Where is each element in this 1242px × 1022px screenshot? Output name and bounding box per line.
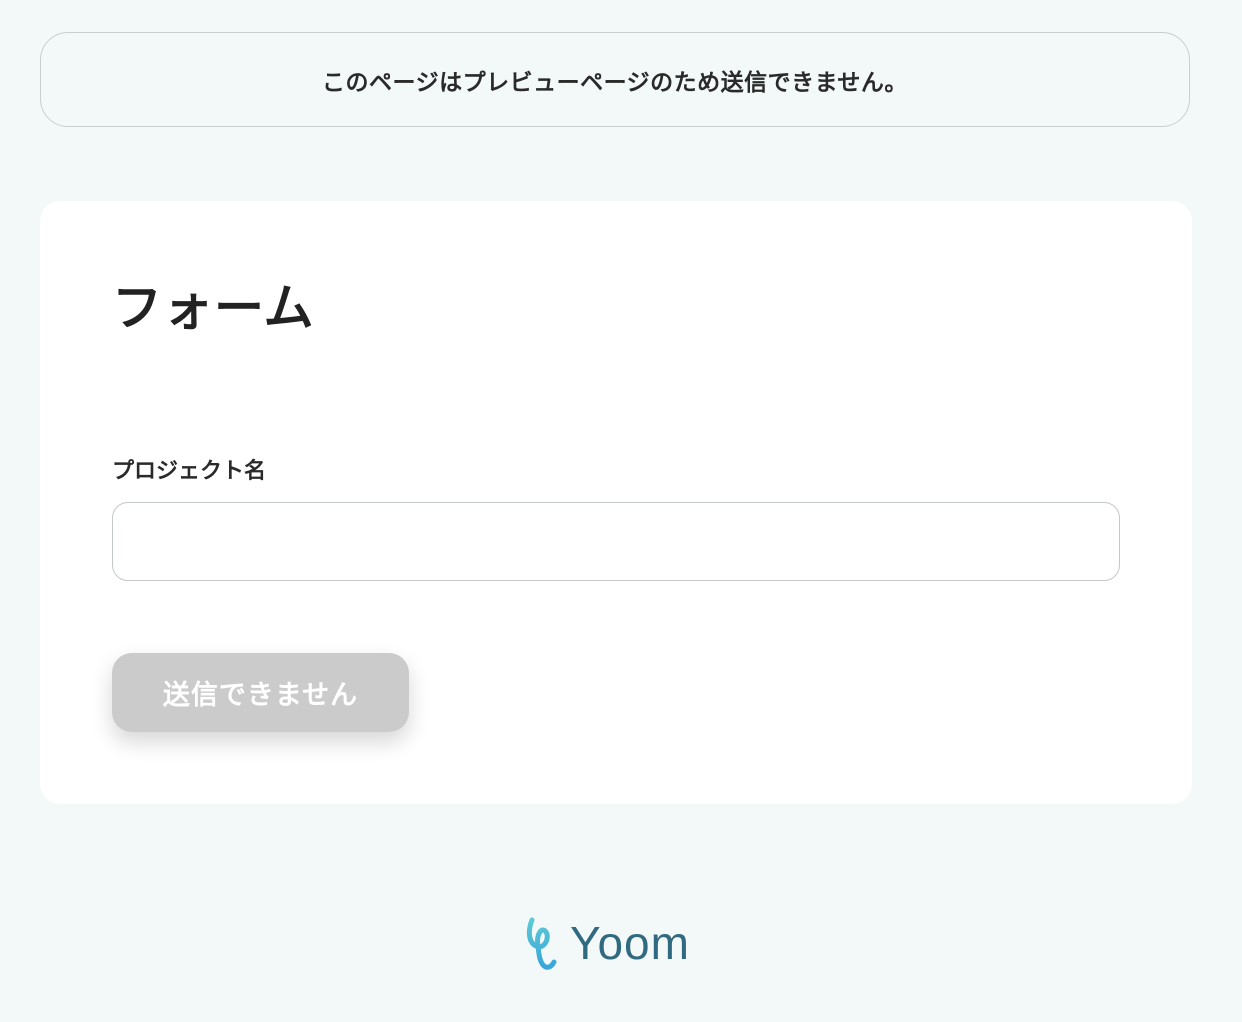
project-name-label: プロジェクト名 bbox=[112, 459, 267, 484]
preview-notice-text: このページはプレビューページのため送信できません。 bbox=[322, 69, 908, 96]
form-title: フォーム bbox=[112, 279, 315, 337]
project-name-input[interactable] bbox=[112, 502, 1120, 581]
form-card: フォーム プロジェクト名 送信できません bbox=[40, 201, 1192, 804]
submit-button[interactable]: 送信できません bbox=[112, 653, 409, 732]
preview-notice-banner: このページはプレビューページのため送信できません。 bbox=[40, 32, 1190, 127]
yoom-logo-text: Yoom bbox=[570, 917, 690, 969]
yoom-logo-icon bbox=[526, 917, 557, 970]
yoom-logo[interactable]: Yoom bbox=[524, 915, 690, 971]
